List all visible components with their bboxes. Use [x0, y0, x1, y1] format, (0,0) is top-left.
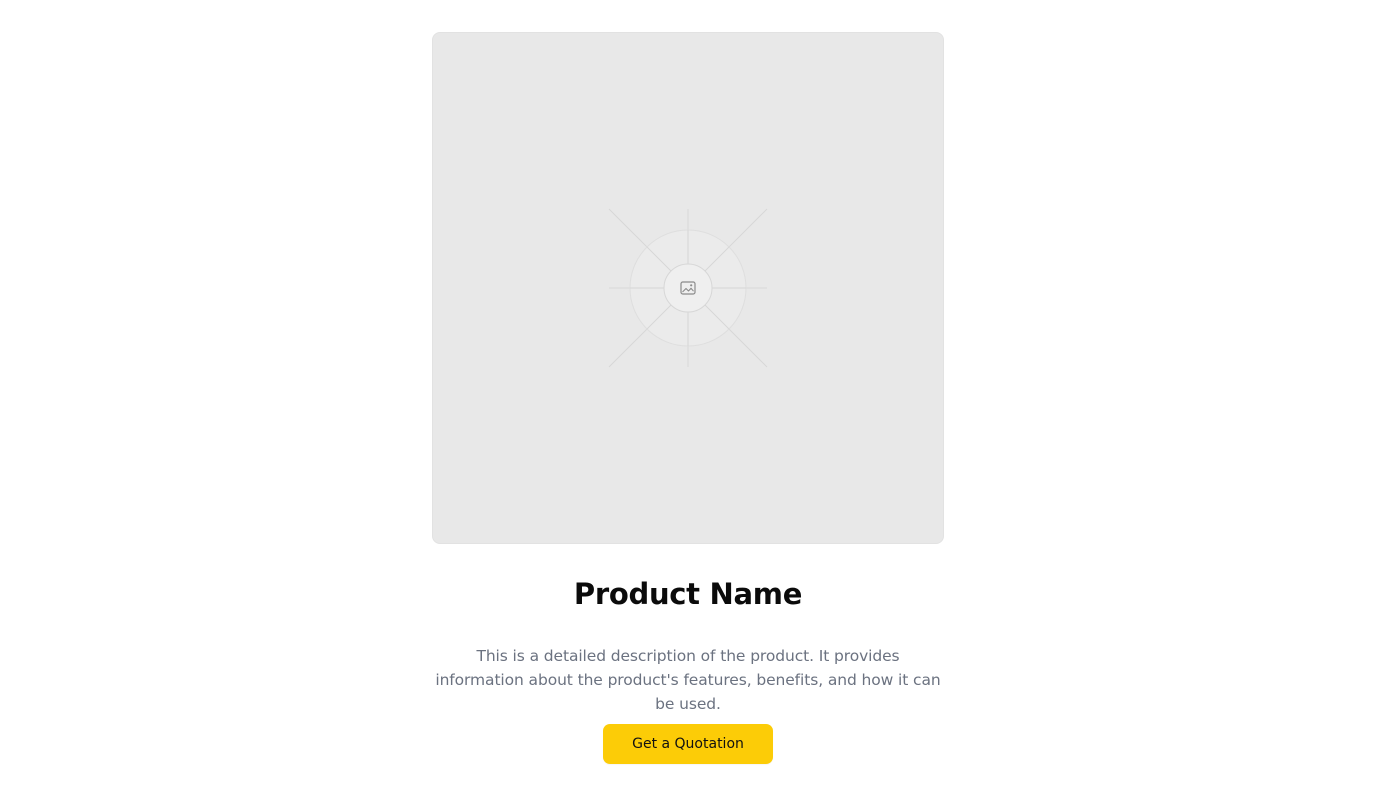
product-page: Product Name This is a detailed descript…	[0, 0, 1376, 796]
product-name: Product Name	[573, 577, 803, 611]
product-card: Product Name This is a detailed descript…	[432, 32, 944, 764]
image-icon	[680, 281, 696, 295]
get-quotation-button[interactable]: Get a Quotation	[603, 724, 773, 764]
product-image-placeholder	[432, 32, 944, 544]
product-description: This is a detailed description of the pr…	[435, 647, 941, 713]
